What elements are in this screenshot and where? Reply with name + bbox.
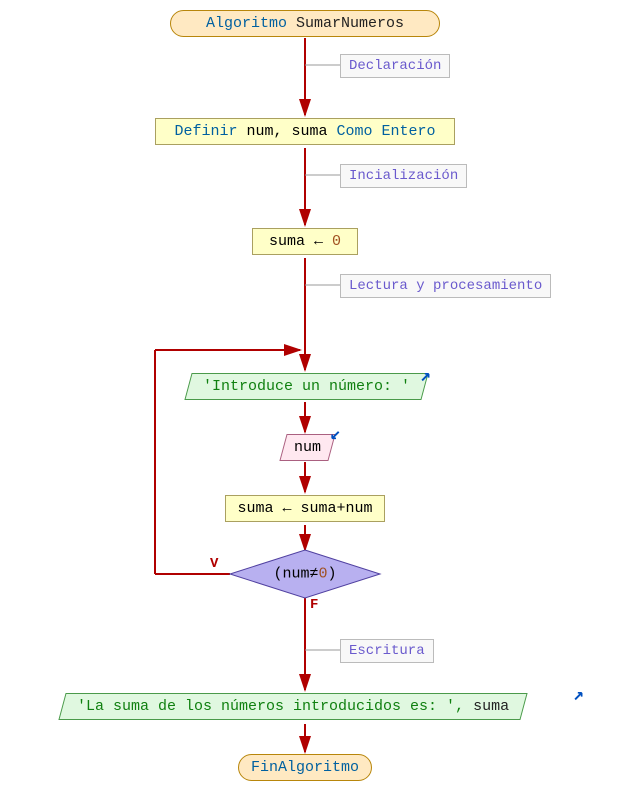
io-input-read: num <box>279 434 335 461</box>
input-arrow-icon: ↙ <box>330 423 341 445</box>
io-output-prompt: 'Introduce un número: ' <box>184 373 428 400</box>
cond-lp: ( <box>273 566 282 583</box>
init-val: 0 <box>332 233 341 250</box>
io-output-result: 'La suma de los números introducidos es:… <box>58 693 527 720</box>
cond-op: ≠ <box>309 566 318 583</box>
output-arrow-icon-2: ↗ <box>573 684 584 706</box>
process-init: suma ← 0 <box>252 228 358 255</box>
process-assign: suma ← suma+num <box>225 495 385 522</box>
output-sep: , <box>455 698 473 715</box>
kw-como: Como <box>328 123 382 140</box>
init-op: ← <box>305 233 332 250</box>
kw-algoritmo: Algoritmo <box>206 15 287 32</box>
init-var: suma <box>269 233 305 250</box>
algo-name: SumarNumeros <box>287 15 404 32</box>
process-declare: Definir num, suma Como Entero <box>155 118 455 145</box>
assign-op: ← <box>273 500 300 517</box>
kw-definir: Definir <box>174 123 246 140</box>
cond-val: 0 <box>319 566 328 583</box>
output-arrow-icon: ↗ <box>420 365 431 387</box>
kw-entero: Entero <box>382 123 436 140</box>
terminal-start: Algoritmo SumarNumeros <box>170 10 440 37</box>
declare-vars: num, suma <box>246 123 327 140</box>
comment-declaracion: Declaración <box>340 54 450 78</box>
prompt-text: 'Introduce un número: ' <box>203 378 410 395</box>
cond-var: num <box>282 566 309 583</box>
read-var: num <box>294 439 321 456</box>
branch-false: F <box>310 597 318 613</box>
assign-var: suma <box>237 500 273 517</box>
branch-true: V <box>210 556 218 572</box>
comment-lectura: Lectura y procesamiento <box>340 274 551 298</box>
comment-escritura: Escritura <box>340 639 434 663</box>
assign-expr: suma+num <box>301 500 373 517</box>
output-var: suma <box>473 698 509 715</box>
cond-rp: ) <box>328 566 337 583</box>
comment-inicializacion: Incialización <box>340 164 467 188</box>
terminal-end: FinAlgoritmo <box>238 754 372 781</box>
kw-finalgoritmo: FinAlgoritmo <box>251 759 359 776</box>
output-str: 'La suma de los números introducidos es:… <box>77 698 455 715</box>
decision-cond: (num≠0) <box>230 550 380 598</box>
